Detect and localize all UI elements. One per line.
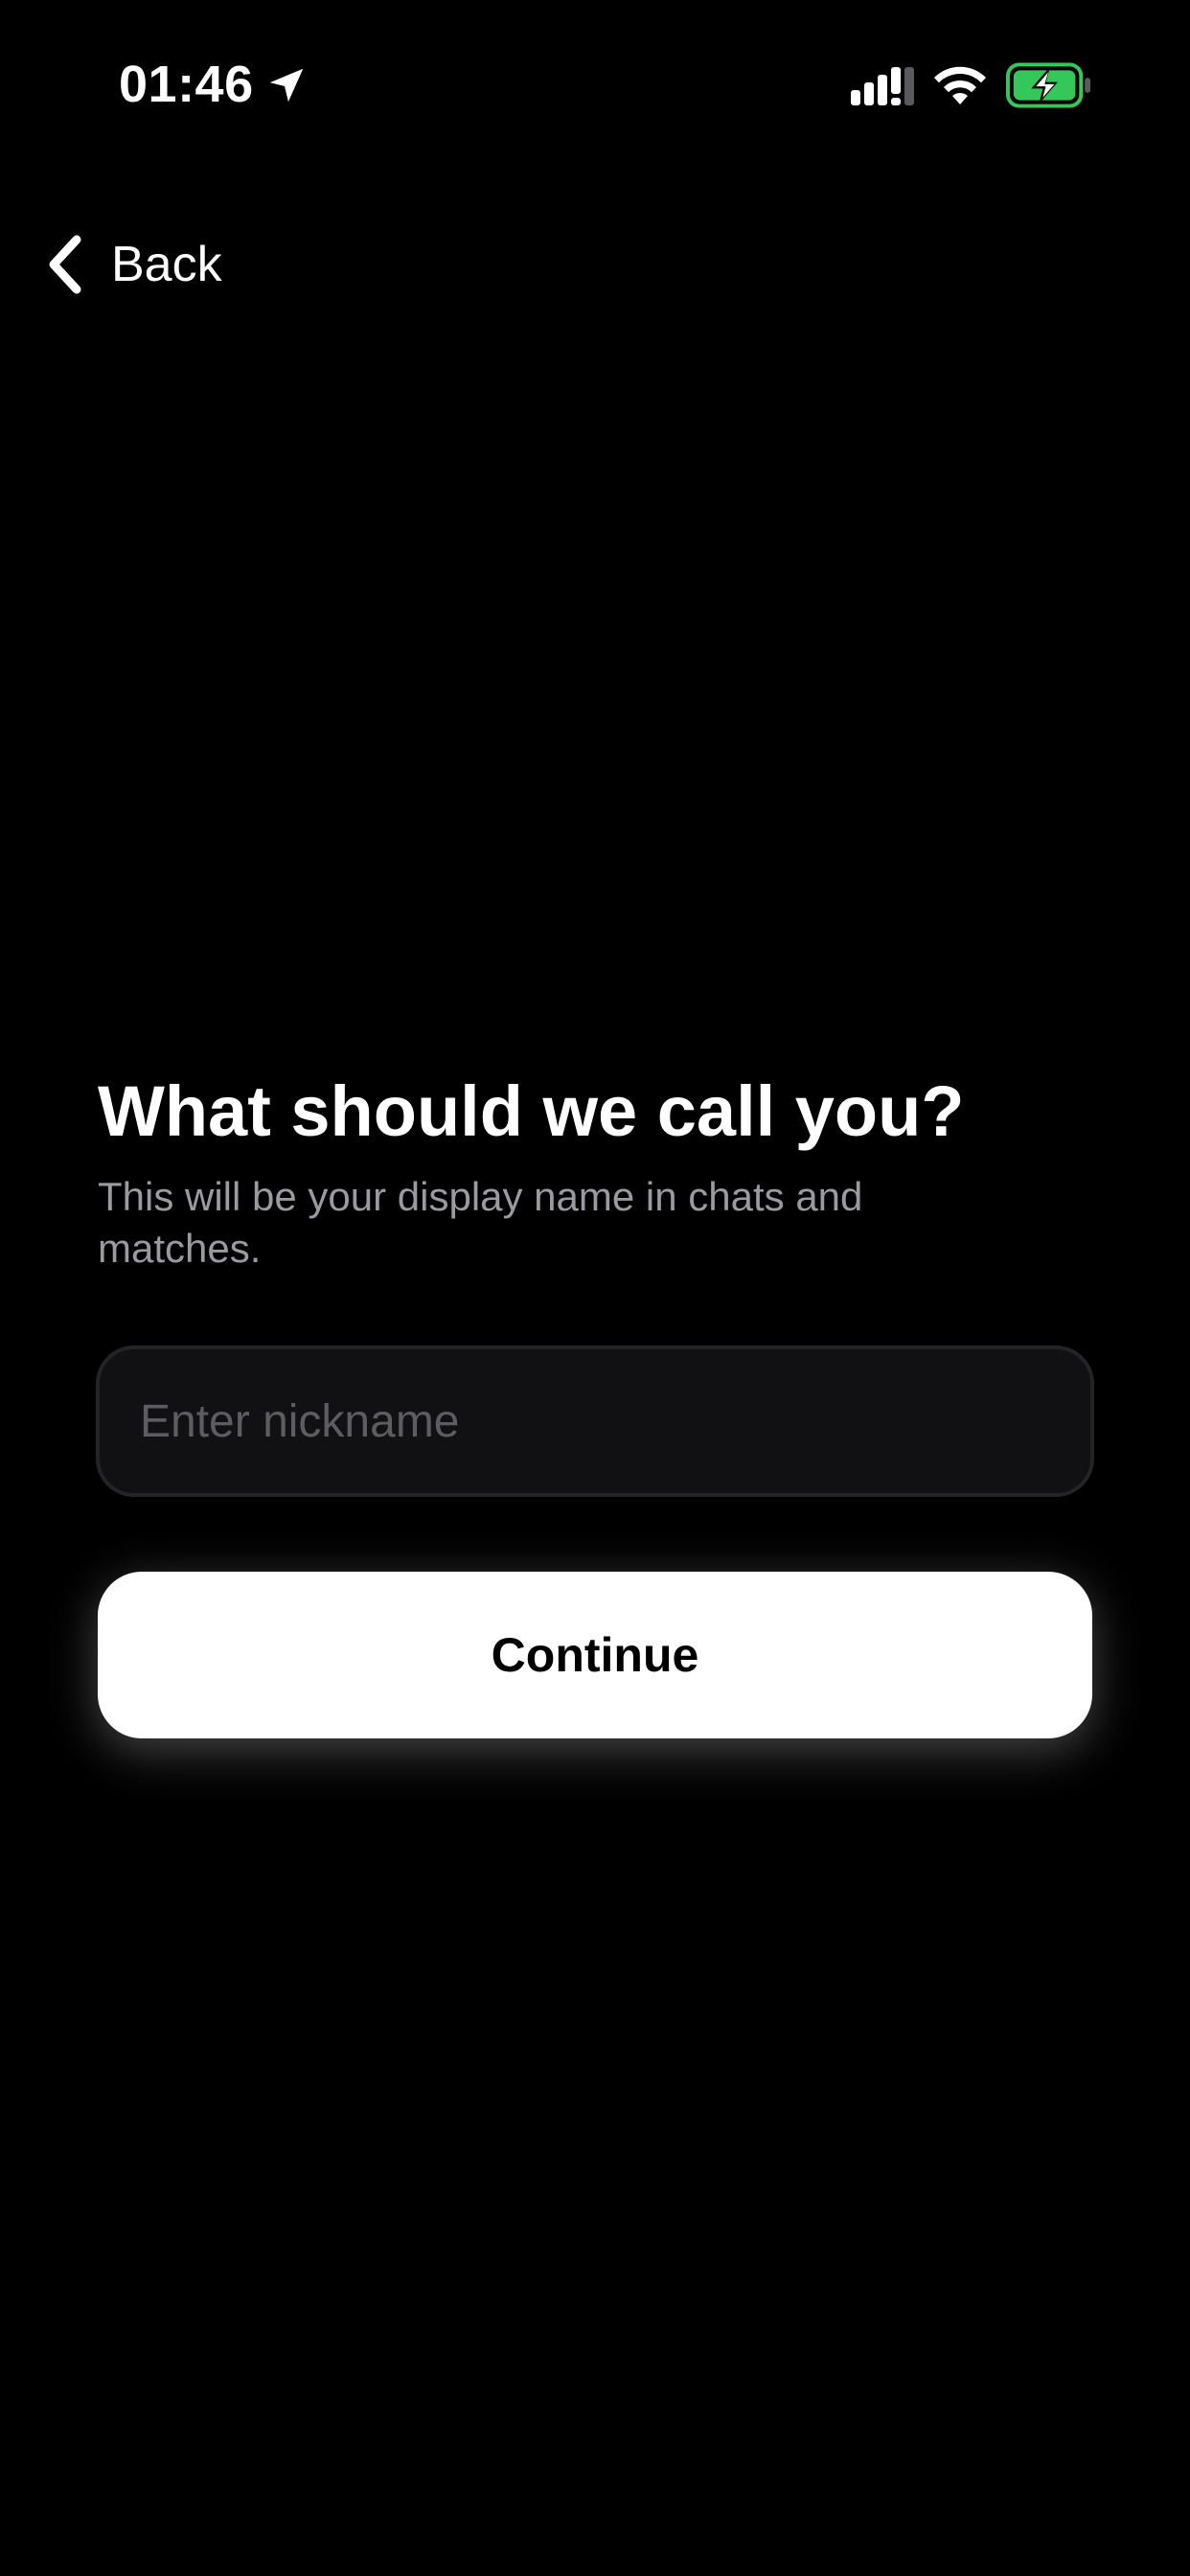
- page-subtitle: This will be your display name in chats …: [98, 1174, 863, 1271]
- nickname-input[interactable]: [96, 1346, 1094, 1497]
- continue-button[interactable]: Continue: [98, 1572, 1092, 1738]
- battery-charging-icon: [1006, 62, 1091, 108]
- location-arrow-icon: [269, 68, 304, 103]
- page-title: What should we call you?: [98, 1071, 965, 1151]
- back-label: Back: [111, 237, 222, 292]
- chevron-left-icon: [49, 235, 81, 294]
- back-button[interactable]: Back: [46, 226, 222, 303]
- cellular-signal-icon: [851, 67, 914, 105]
- wifi-icon: [934, 66, 986, 104]
- status-bar: 01:46: [0, 0, 1190, 163]
- status-time: 01:46: [119, 56, 254, 113]
